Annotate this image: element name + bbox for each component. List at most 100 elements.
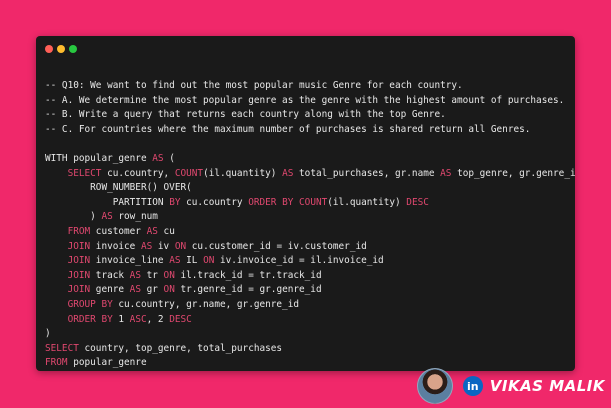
code-keyword: DESC (406, 196, 429, 208)
code-keyword: GROUP BY (67, 298, 113, 310)
code-text: gr (140, 284, 164, 296)
code-keyword: ON (163, 269, 175, 281)
code-keyword: ON (174, 240, 187, 252)
maximize-window-dot[interactable] (69, 45, 77, 53)
code-keyword: AS (282, 167, 294, 179)
code-text: tr.genre_id = gr.genre_id (174, 284, 322, 296)
code-keyword: AS (152, 152, 164, 164)
code-text: ROW_NUMBER() OVER( (45, 182, 192, 194)
avatar (416, 368, 453, 404)
code-keyword: AS (129, 269, 141, 281)
code-keyword: COUNT (174, 167, 204, 179)
sql-code-block: -- Q10: We want to find out the most pop… (45, 79, 575, 371)
code-keyword: AS (140, 240, 153, 252)
code-keyword: AS (129, 284, 141, 296)
code-text: top_genre, gr.genre_id, (451, 167, 575, 179)
code-text: , 2 (146, 313, 170, 325)
code-line: ) (45, 327, 571, 342)
code-line: JOIN invoice_line AS IL ON iv.invoice_id… (45, 254, 571, 269)
code-line: SELECT country, top_genre, total_purchas… (45, 342, 571, 357)
code-line: WITH popular_genre AS ( (45, 152, 571, 167)
code-line: FROM customer AS cu (45, 225, 571, 240)
code-text: -- C. For countries where the maximum nu… (45, 123, 531, 135)
code-text: il.track_id = tr.track_id (174, 269, 322, 281)
code-text: cu.country, (101, 167, 175, 179)
code-text: customer (90, 225, 147, 237)
code-text: iv (152, 240, 175, 252)
code-text: iv.invoice_id = il.invoice_id (214, 255, 384, 267)
code-text: tr (140, 269, 164, 281)
code-line: JOIN genre AS gr ON tr.genre_id = gr.gen… (45, 283, 571, 298)
code-keyword: FROM (67, 225, 91, 237)
code-text: ( (163, 152, 175, 164)
code-text: ) (45, 328, 51, 340)
author-name: VIKAS MALIK (489, 377, 605, 395)
code-keyword: BY (169, 196, 181, 208)
minimize-window-dot[interactable] (57, 45, 65, 53)
code-keyword: ON (203, 255, 215, 267)
code-keyword: SELECT (67, 167, 102, 179)
code-line: ) AS row_num (45, 210, 571, 225)
code-line: -- Q10: We want to find out the most pop… (45, 79, 571, 94)
code-text: country, top_genre, total_purchases (78, 342, 283, 354)
author-badge: in VIKAS MALIK (416, 368, 605, 404)
code-keyword: JOIN (67, 269, 91, 281)
code-text: popular_genre (67, 357, 147, 369)
close-window-dot[interactable] (45, 45, 53, 53)
code-text: invoice_line (90, 255, 170, 267)
code-line: -- A. We determine the most popular genr… (45, 94, 571, 109)
code-keyword: JOIN (67, 240, 91, 252)
code-keyword: ASC (129, 313, 147, 325)
window-titlebar (36, 36, 575, 62)
code-text: ) (45, 211, 102, 223)
linkedin-icon[interactable]: in (462, 376, 483, 396)
code-text: -- B. Write a query that returns each co… (45, 109, 446, 121)
code-line: -- C. For countries where the maximum nu… (45, 123, 571, 138)
code-text: (il.quantity) (203, 167, 283, 179)
code-keyword: COUNT (299, 196, 328, 208)
code-keyword: FROM (45, 357, 68, 369)
code-line: JOIN invoice AS iv ON cu.customer_id = i… (45, 240, 571, 255)
code-line: ROW_NUMBER() OVER( (45, 181, 571, 196)
code-keyword: ORDER BY (67, 313, 113, 325)
code-text: invoice (90, 240, 141, 252)
code-text: cu (157, 225, 175, 237)
code-keyword: DESC (169, 313, 192, 325)
code-keyword: AS (146, 225, 158, 237)
code-text: IL (180, 255, 204, 267)
code-keyword: AS (440, 167, 452, 179)
code-line: -- B. Write a query that returns each co… (45, 108, 571, 123)
code-keyword: SELECT (45, 342, 79, 354)
code-line: PARTITION BY cu.country ORDER BY COUNT(i… (45, 196, 571, 211)
code-keyword: AS (101, 211, 113, 223)
code-text: total_purchases, gr.name (293, 167, 441, 179)
code-text: genre (90, 284, 130, 296)
code-editor-window: -- Q10: We want to find out the most pop… (36, 36, 575, 371)
code-text: 1 (112, 313, 130, 325)
code-keyword: JOIN (67, 255, 91, 267)
code-text: (il.quantity) (327, 196, 407, 208)
code-keyword: AS (169, 255, 181, 267)
code-line: JOIN track AS tr ON il.track_id = tr.tra… (45, 269, 571, 284)
code-text: cu.country, gr.name, gr.genre_id (112, 298, 299, 310)
code-text: -- Q10: We want to find out the most pop… (45, 80, 463, 91)
code-line: SELECT cu.country, COUNT(il.quantity) AS… (45, 167, 575, 182)
code-line: GROUP BY cu.country, gr.name, gr.genre_i… (45, 298, 571, 313)
code-text: row_num (112, 211, 158, 223)
code-keyword: ORDER BY (248, 196, 294, 208)
code-line: ORDER BY 1 ASC, 2 DESC (45, 313, 571, 328)
code-text: -- A. We determine the most popular genr… (45, 94, 565, 106)
code-keyword: JOIN (67, 284, 91, 296)
code-text: cu.customer_id = iv.customer_id (186, 240, 367, 252)
code-keyword: ON (163, 284, 175, 296)
code-text: track (90, 269, 130, 281)
